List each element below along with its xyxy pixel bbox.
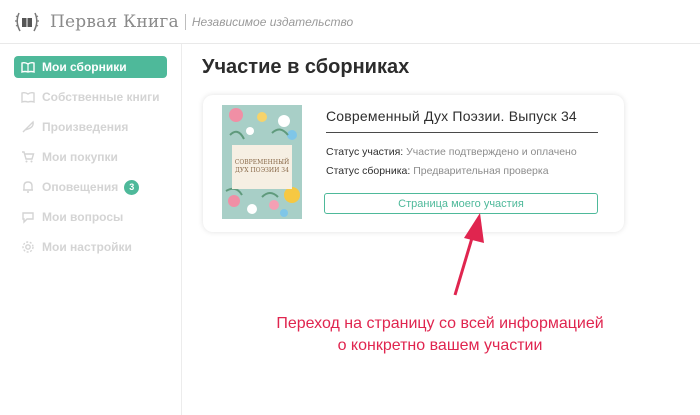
annotation-line-2: о конкретно вашем участии (337, 337, 543, 354)
feather-icon (20, 119, 36, 135)
sidebar: Мои сборники Собственные книги Произведе… (0, 44, 182, 415)
page-title: Участие в сборниках (202, 56, 410, 78)
collection-cover-image[interactable]: СОВРЕМЕННЫЙ ДУХ ПОЭЗИИ 34 (222, 105, 302, 219)
sidebar-item-label: Мои сборники (42, 60, 127, 74)
cart-icon (20, 149, 36, 165)
book-icon (20, 89, 36, 105)
chat-icon (20, 209, 36, 225)
app-header: Первая Книга Независимое издательство (0, 0, 700, 44)
participation-status-label: Статус участия: (326, 146, 404, 158)
sidebar-item-label: Мои вопросы (42, 210, 124, 224)
sidebar-item-own-books[interactable]: Собственные книги (14, 86, 167, 108)
sidebar-item-purchases[interactable]: Мои покупки (14, 146, 167, 168)
sidebar-item-label: Мои покупки (42, 150, 118, 164)
collection-status-value: Предварительная проверка (413, 165, 549, 177)
book-open-icon (20, 59, 36, 75)
notification-count-badge: 3 (124, 179, 140, 195)
cover-title-text: СОВРЕМЕННЫЙ ДУХ ПОЭЗИИ 34 (234, 159, 290, 174)
my-participation-page-button[interactable]: Страница моего участия (324, 193, 598, 214)
participation-status: Статус участия: Участие подтверждено и о… (326, 146, 577, 158)
cover-title-band: СОВРЕМЕННЫЙ ДУХ ПОЭЗИИ 34 (232, 145, 292, 189)
sidebar-item-settings[interactable]: Мои настройки (14, 236, 167, 258)
sidebar-item-label: Собственные книги (42, 90, 160, 104)
sidebar-item-notifications[interactable]: Оповещения 3 (14, 176, 167, 198)
logo-icon[interactable] (12, 7, 42, 37)
sidebar-item-label: Произведения (42, 120, 129, 134)
annotation-line-1: Переход на страницу со всей информацией (276, 315, 604, 332)
sidebar-item-my-collections[interactable]: Мои сборники (14, 56, 167, 78)
sidebar-item-questions[interactable]: Мои вопросы (14, 206, 167, 228)
brand-tagline: Независимое издательство (191, 14, 354, 29)
collection-status: Статус сборника: Предварительная проверк… (326, 165, 549, 177)
sidebar-item-label: Оповещения (42, 180, 119, 194)
collection-title[interactable]: Современный Дух Поэзии. Выпуск 34 (326, 108, 577, 124)
sidebar-item-works[interactable]: Произведения (14, 116, 167, 138)
title-divider (326, 132, 598, 133)
sidebar-item-label: Мои настройки (42, 240, 132, 254)
annotation-text: Переход на страницу со всей информацией … (230, 313, 650, 357)
bell-icon (20, 179, 36, 195)
gear-icon (20, 239, 36, 255)
collection-card: СОВРЕМЕННЫЙ ДУХ ПОЭЗИИ 34 Современный Ду… (203, 95, 624, 232)
collection-status-label: Статус сборника: (326, 165, 411, 177)
brand-name[interactable]: Первая Книга (50, 12, 179, 32)
participation-status-value: Участие подтверждено и оплачено (406, 146, 577, 158)
header-divider (184, 13, 186, 30)
